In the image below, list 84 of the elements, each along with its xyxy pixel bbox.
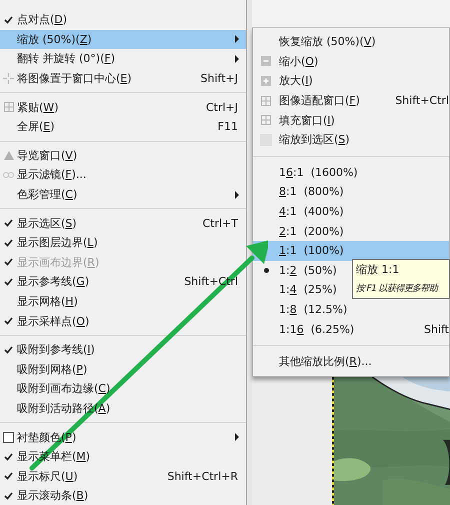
menu-item-label: 色彩管理(C) [17, 187, 78, 202]
menu-item-label: 缩放到选区(S) [279, 132, 350, 148]
tooltip-title: 缩放 1:1 [356, 263, 400, 276]
menu-item[interactable]: 1:16 (6.25%) Shift [253, 319, 449, 339]
shortcut: F11 [218, 120, 238, 134]
menu-item-label: 放大(I) [279, 73, 313, 88]
menu-item[interactable]: 色彩管理(C) [0, 184, 246, 204]
menu-item[interactable]: 恢复缩放 (50%)(V) [253, 32, 449, 52]
shortcut: Shift+Ctrl [395, 94, 449, 108]
menu-item-label: 1:16 (6.25%) [279, 322, 354, 336]
menu-item-label: 显示选区(S) [17, 216, 77, 231]
menu-item-label: 图像适配窗口(F) [279, 93, 360, 108]
menu-item-label: 缩放 (50%)(Z) [17, 32, 92, 47]
menu-item-label: 填充窗口(I) [279, 112, 335, 128]
menu-item-label: 显示采样点(O) [17, 314, 90, 329]
menu-item-label: 缩小(O) [279, 54, 318, 69]
menu-item[interactable]: 显示网格(H) [0, 292, 246, 312]
menu-item[interactable]: 缩放到选区(S) [253, 130, 449, 150]
menu-item-label: 其他缩放比例(R)... [279, 354, 372, 370]
menu-item[interactable]: 放大(I) [253, 71, 449, 91]
menu-item[interactable]: 显示标尺(U) Shift+Ctrl+R [0, 466, 246, 486]
menu-item-label: 2:1 (200%) [279, 224, 344, 238]
menu-item[interactable]: 8:1 (800%) [253, 182, 449, 202]
menu-item[interactable]: 填充窗口(I) [253, 110, 449, 130]
menu-item-label: 显示滚动条(B) [17, 488, 88, 504]
tooltip-hint: 按 F1 以获得更多帮助 [356, 283, 438, 295]
menu-item[interactable]: 导览窗口(V) [0, 146, 246, 166]
navigate-icon [4, 150, 14, 160]
grid-icon [4, 102, 14, 112]
menu-item-label: 恢复缩放 (50%)(V) [279, 34, 376, 50]
menu-item-label: 吸附到参考线(I) [17, 342, 95, 358]
menu-item-label: 1:1 (100%) [279, 244, 344, 258]
grid-icon [261, 115, 271, 126]
menu-item[interactable]: 4:1 (400%) [253, 202, 449, 222]
shortcut: Shift+J [200, 72, 238, 86]
menu-item[interactable]: 显示滚动条(B) [0, 486, 246, 505]
menu-item-label: 将图像置于窗口中心(E) [17, 71, 132, 86]
shortcut: Shift+Ctrl+R [167, 470, 238, 483]
menu-item[interactable]: 缩放 (50%)(Z) [0, 30, 246, 50]
menu-item[interactable]: 吸附到画布边缘(C) [0, 379, 246, 399]
menu-item-label: 1:2 (50%) [279, 264, 337, 277]
menu-item[interactable]: 吸附到网格(P) [0, 360, 246, 380]
menu-item[interactable]: 翻转 并旋转 (0°)(F) [0, 49, 246, 69]
move-icon [3, 73, 14, 84]
menu-item-label: 吸附到画布边缘(C) [17, 381, 110, 396]
menu-item-label: 1:8 (12.5%) [279, 303, 348, 316]
menu-item-label: 全屏(E) [17, 119, 55, 134]
menu-item-label: 显示标尺(U) [17, 468, 78, 484]
menu-item-label: 4:1 (400%) [279, 205, 344, 218]
menu-item-label: 16:1 (1600%) [279, 166, 358, 179]
menu-item-label: 显示滤镜(F)... [17, 167, 86, 182]
menu-item[interactable]: 1:8 (12.5%) [253, 300, 449, 320]
menu-item[interactable]: 将图像置于窗口中心(E) Shift+J [0, 68, 246, 88]
filter-icon [3, 170, 14, 179]
menu-item-label: 显示网格(H) [17, 294, 78, 310]
menu-item[interactable]: 显示采样点(O) [0, 311, 246, 331]
menu-item-label: 翻转 并旋转 (0°)(F) [17, 51, 115, 66]
menu-item-label: 点对点(D) [17, 12, 68, 28]
shortcut: Ctrl+T [202, 216, 238, 230]
grid-icon [261, 96, 271, 106]
menu-item[interactable]: 显示选区(S) Ctrl+T [0, 213, 246, 233]
menu-item[interactable]: 紧贴(W) Ctrl+J [0, 97, 246, 117]
menu-item-label: 紧贴(W) [17, 100, 58, 115]
menu-item[interactable]: 2:1 (200%) [253, 221, 449, 241]
menu-item[interactable]: 显示滤镜(F)... [0, 165, 246, 185]
menu-item-label: 显示参考线(G) [17, 274, 90, 290]
shortcut: Shift [424, 322, 449, 336]
menu-item[interactable]: 全屏(E) F11 [0, 116, 246, 137]
menu-item-label: 导览窗口(V) [17, 148, 78, 163]
menu-item[interactable]: 1:1 (100%) [253, 240, 449, 261]
menu-item[interactable]: 图像适配窗口(F) Shift+Ctrl [253, 90, 449, 110]
menu-item-label: 吸附到网格(P) [17, 362, 88, 377]
zoom-in-icon [261, 76, 271, 86]
menu-item[interactable]: 16:1 (1600%) [253, 162, 449, 182]
menu-item-label: 显示画布边界(R) [17, 254, 100, 270]
zoom-out-icon [261, 56, 271, 66]
menu-item[interactable]: 其他缩放比例(R)... [253, 352, 449, 372]
menu-item[interactable]: 吸附到参考线(I) [0, 340, 246, 360]
menu-item-label: 8:1 (800%) [279, 185, 344, 198]
menu-item[interactable]: 显示图层边界(L) [0, 232, 246, 253]
menu-item[interactable]: 点对点(D) [0, 10, 246, 30]
menu-item-label: 显示图层边界(L) [17, 235, 98, 250]
shortcut: Ctrl+J [206, 100, 238, 114]
menu-item[interactable]: 缩小(O) [253, 52, 449, 72]
